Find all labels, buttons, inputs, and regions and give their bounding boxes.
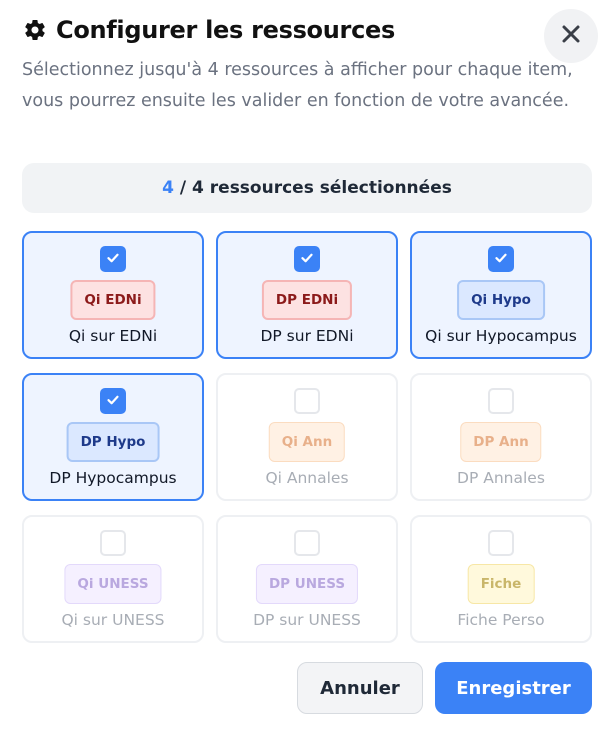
resource-label: Fiche Perso	[457, 611, 545, 629]
resource-badge: Qi Hypo	[457, 280, 545, 320]
cancel-button[interactable]: Annuler	[297, 662, 423, 714]
resource-card[interactable]: Qi EDNi Qi sur EDNi	[22, 231, 204, 359]
check-icon	[494, 250, 508, 269]
gear-icon	[22, 17, 48, 43]
resource-card[interactable]: Qi Hypo Qi sur Hypocampus	[410, 231, 592, 359]
resource-card[interactable]: Qi UNESS Qi sur UNESS	[22, 515, 204, 643]
resource-label: DP sur UNESS	[253, 611, 361, 629]
resource-card[interactable]: DP UNESS DP sur UNESS	[216, 515, 398, 643]
resource-badge: DP Ann	[460, 422, 542, 462]
selection-counter-text: / 4 ressources sélectionnées	[173, 178, 452, 198]
resource-label: Qi Annales	[265, 469, 349, 487]
resource-badge: Qi EDNi	[70, 280, 156, 320]
check-icon	[106, 392, 120, 411]
resource-badge: Qi UNESS	[64, 564, 162, 604]
resource-badge: DP UNESS	[255, 564, 359, 604]
resource-card[interactable]: Qi Ann Qi Annales	[216, 373, 398, 501]
resource-card[interactable]: DP Ann DP Annales	[410, 373, 592, 501]
resource-badge: DP Hypo	[66, 422, 160, 462]
check-icon	[106, 250, 120, 269]
resource-checkbox[interactable]	[488, 530, 514, 556]
save-button[interactable]: Enregistrer	[435, 662, 592, 714]
resource-checkbox[interactable]	[488, 388, 514, 414]
resource-checkbox[interactable]	[100, 530, 126, 556]
resource-label: DP sur EDNi	[260, 327, 354, 345]
resource-label: DP Annales	[457, 469, 545, 487]
resource-checkbox[interactable]	[294, 530, 320, 556]
resource-checkbox[interactable]	[294, 388, 320, 414]
resource-label: Qi sur Hypocampus	[425, 327, 577, 345]
resource-card[interactable]: DP EDNi DP sur EDNi	[216, 231, 398, 359]
check-icon	[300, 250, 314, 269]
resource-card[interactable]: Fiche Fiche Perso	[410, 515, 592, 643]
resource-card[interactable]: DP Hypo DP Hypocampus	[22, 373, 204, 501]
resource-checkbox[interactable]	[100, 246, 126, 272]
resource-checkbox[interactable]	[294, 246, 320, 272]
resource-grid: Qi EDNi Qi sur EDNi DP EDNi DP sur EDNi Qi H…	[22, 231, 592, 643]
resource-badge: Qi Ann	[268, 422, 346, 462]
configure-resources-dialog: Configurer les ressources Sélectionnez j…	[0, 0, 607, 729]
close-icon	[561, 24, 581, 48]
resource-badge: Fiche	[467, 564, 535, 604]
resource-badge: DP EDNi	[261, 280, 353, 320]
dialog-header: Configurer les ressources	[22, 16, 395, 44]
resource-label: DP Hypocampus	[49, 469, 177, 487]
selected-count: 4	[162, 178, 174, 198]
resource-checkbox[interactable]	[488, 246, 514, 272]
resource-label: Qi sur EDNi	[68, 327, 158, 345]
dialog-title: Configurer les ressources	[56, 16, 395, 44]
selection-counter: 4 / 4 ressources sélectionnées	[22, 163, 592, 213]
dialog-description: Sélectionnez jusqu'à 4 ressources à affi…	[22, 60, 573, 111]
resource-label: Qi sur UNESS	[61, 611, 165, 629]
resource-checkbox[interactable]	[100, 388, 126, 414]
